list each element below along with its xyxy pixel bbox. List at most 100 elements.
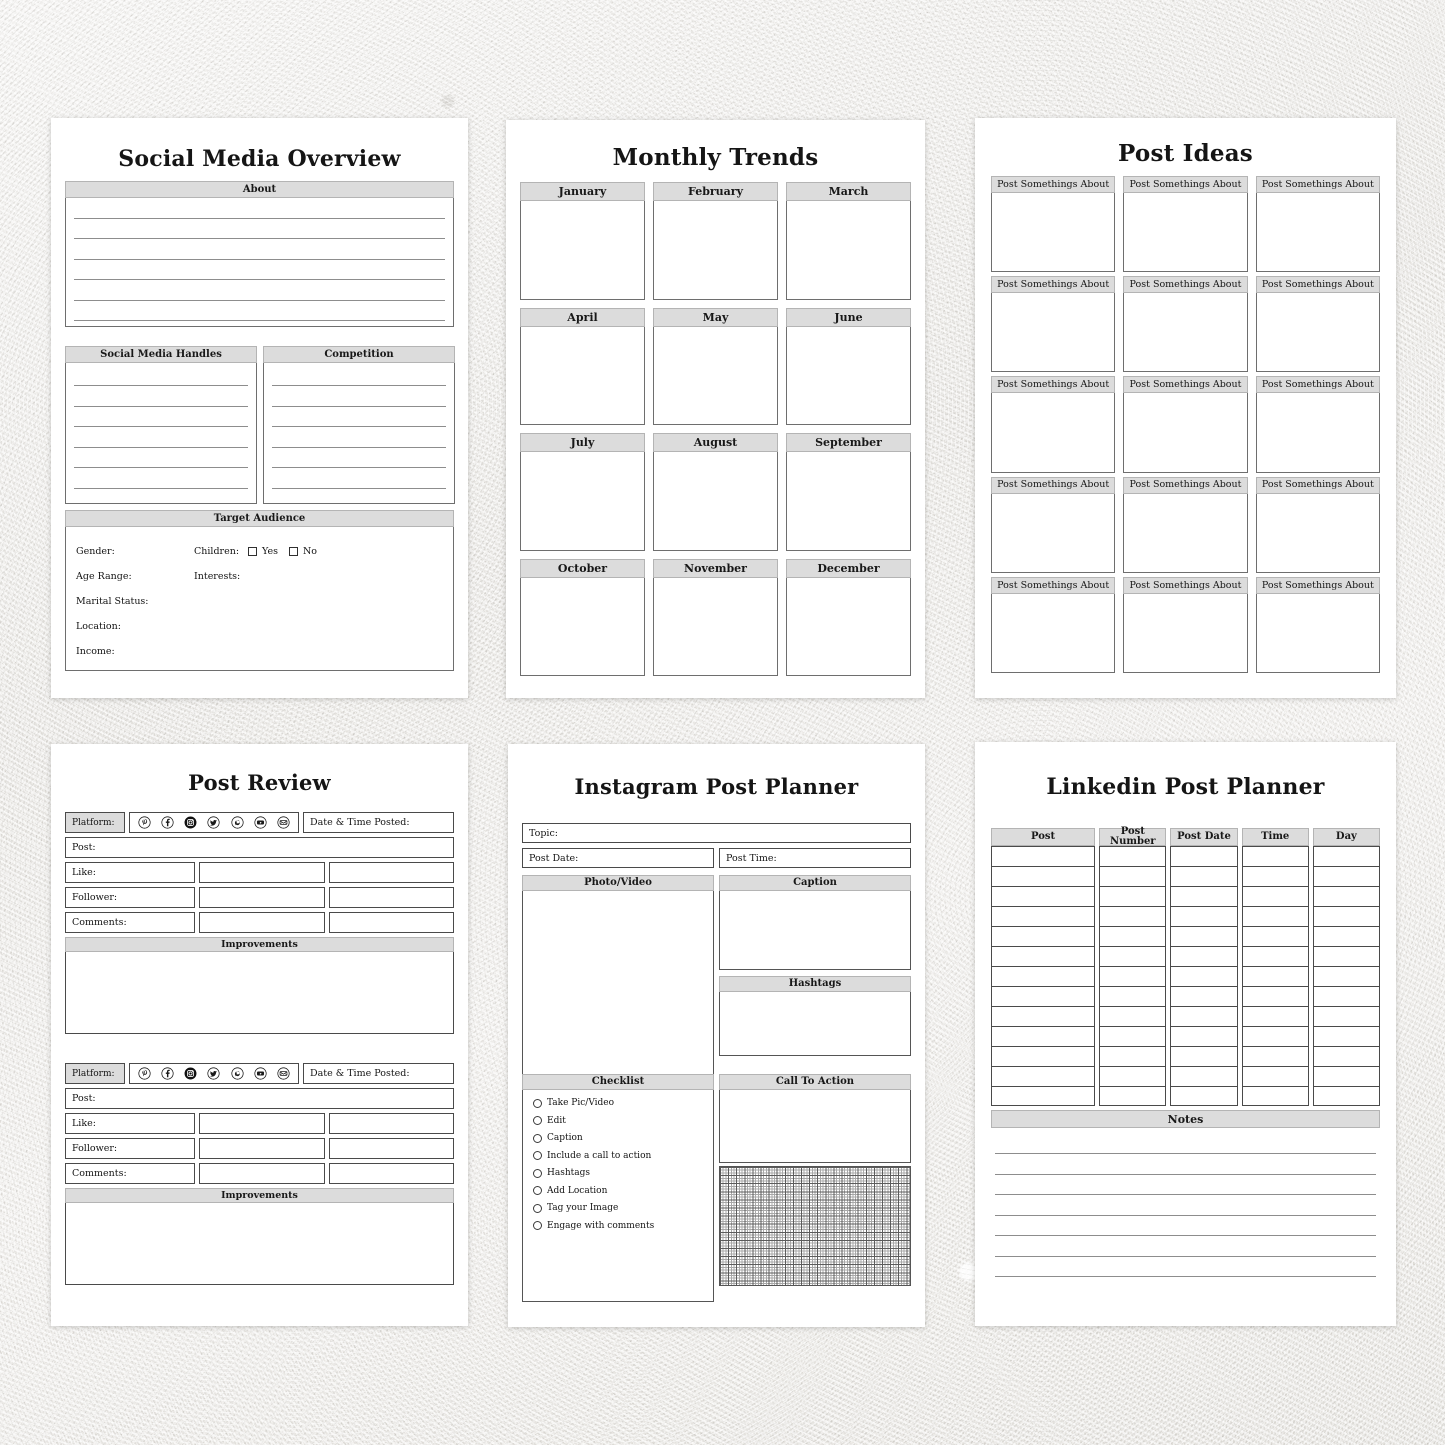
checklist-radio-icon[interactable] bbox=[533, 1186, 542, 1195]
table-row[interactable] bbox=[1312, 946, 1380, 966]
table-row[interactable] bbox=[1241, 966, 1309, 986]
table-row[interactable] bbox=[991, 1066, 1096, 1086]
checklist-item[interactable]: Tag your Image bbox=[533, 1203, 713, 1213]
instagram-icon[interactable] bbox=[184, 816, 197, 829]
table-row[interactable] bbox=[991, 926, 1096, 946]
platform-icon-strip[interactable] bbox=[129, 1063, 299, 1084]
month-writing-area[interactable] bbox=[520, 577, 645, 676]
post-idea-writing-area[interactable] bbox=[1123, 293, 1248, 373]
month-writing-area[interactable] bbox=[653, 577, 778, 676]
topic-field[interactable]: Topic: bbox=[522, 823, 911, 843]
table-row[interactable] bbox=[1099, 926, 1167, 946]
table-row[interactable] bbox=[1241, 986, 1309, 1006]
month-writing-area[interactable] bbox=[520, 326, 645, 425]
hashtags-area[interactable] bbox=[719, 992, 911, 1056]
table-row[interactable] bbox=[1099, 1086, 1167, 1106]
children-no-checkbox[interactable] bbox=[288, 547, 298, 556]
table-row[interactable] bbox=[991, 886, 1096, 906]
checklist-item[interactable]: Take Pic/Video bbox=[533, 1098, 713, 1108]
date-time-posted-field[interactable]: Date & Time Posted: bbox=[303, 1063, 454, 1084]
checklist-radio-icon[interactable] bbox=[533, 1151, 542, 1160]
checklist-item[interactable]: Add Location bbox=[533, 1186, 713, 1196]
month-writing-area[interactable] bbox=[653, 326, 778, 425]
date-time-posted-field[interactable]: Date & Time Posted: bbox=[303, 812, 454, 833]
table-row[interactable] bbox=[1312, 846, 1380, 866]
metric-value-cell[interactable] bbox=[328, 887, 454, 908]
notes-writing-area[interactable] bbox=[991, 1128, 1380, 1290]
checklist-radio-icon[interactable] bbox=[533, 1116, 542, 1125]
post-time-field[interactable]: Post Time: bbox=[719, 848, 911, 868]
call-to-action-area[interactable] bbox=[719, 1090, 911, 1163]
table-row[interactable] bbox=[1099, 1026, 1167, 1046]
table-row[interactable] bbox=[1170, 1006, 1238, 1026]
metric-value-cell[interactable] bbox=[328, 1113, 454, 1134]
table-row[interactable] bbox=[1170, 906, 1238, 926]
table-row[interactable] bbox=[1312, 966, 1380, 986]
facebook-icon[interactable] bbox=[161, 1067, 174, 1080]
email-icon[interactable] bbox=[277, 1067, 290, 1080]
checklist-item[interactable]: Edit bbox=[533, 1116, 713, 1126]
table-row[interactable] bbox=[1241, 866, 1309, 886]
table-row[interactable] bbox=[1241, 1006, 1309, 1026]
table-row[interactable] bbox=[1312, 1046, 1380, 1066]
checklist-radio-icon[interactable] bbox=[533, 1203, 542, 1213]
table-row[interactable] bbox=[1099, 986, 1167, 1006]
post-idea-writing-area[interactable] bbox=[1255, 293, 1380, 373]
table-row[interactable] bbox=[991, 1046, 1096, 1066]
photo-video-area[interactable] bbox=[522, 891, 714, 1090]
checklist-radio-icon[interactable] bbox=[533, 1221, 542, 1230]
post-date-field[interactable]: Post Date: bbox=[522, 848, 714, 868]
table-row[interactable] bbox=[1099, 866, 1167, 886]
table-row[interactable] bbox=[991, 866, 1096, 886]
facebook-icon[interactable] bbox=[161, 816, 174, 829]
whatsapp-icon[interactable] bbox=[231, 816, 244, 829]
table-row[interactable] bbox=[1099, 1006, 1167, 1026]
table-row[interactable] bbox=[1170, 966, 1238, 986]
whatsapp-icon[interactable] bbox=[231, 1067, 244, 1080]
table-row[interactable] bbox=[1312, 1066, 1380, 1086]
table-row[interactable] bbox=[1170, 886, 1238, 906]
table-row[interactable] bbox=[1241, 1046, 1309, 1066]
checklist-radio-icon[interactable] bbox=[533, 1098, 542, 1108]
table-row[interactable] bbox=[991, 986, 1096, 1006]
month-writing-area[interactable] bbox=[786, 201, 911, 300]
post-idea-writing-area[interactable] bbox=[991, 293, 1116, 373]
post-idea-writing-area[interactable] bbox=[1123, 193, 1248, 273]
table-row[interactable] bbox=[991, 1026, 1096, 1046]
post-idea-writing-area[interactable] bbox=[1123, 593, 1248, 673]
metric-value-cell[interactable] bbox=[199, 887, 325, 908]
table-row[interactable] bbox=[1241, 946, 1309, 966]
table-row[interactable] bbox=[991, 906, 1096, 926]
checklist-radio-icon[interactable] bbox=[533, 1168, 542, 1178]
post-idea-writing-area[interactable] bbox=[1123, 393, 1248, 473]
children-yes-checkbox[interactable] bbox=[248, 547, 258, 556]
table-row[interactable] bbox=[1241, 1026, 1309, 1046]
month-writing-area[interactable] bbox=[786, 326, 911, 425]
table-row[interactable] bbox=[1099, 946, 1167, 966]
table-row[interactable] bbox=[1170, 926, 1238, 946]
table-row[interactable] bbox=[1241, 906, 1309, 926]
youtube-icon[interactable] bbox=[254, 1067, 267, 1080]
table-row[interactable] bbox=[1312, 1026, 1380, 1046]
post-idea-writing-area[interactable] bbox=[1255, 393, 1380, 473]
checklist-item[interactable]: Include a call to action bbox=[533, 1151, 713, 1161]
youtube-icon[interactable] bbox=[254, 816, 267, 829]
twitter-icon[interactable] bbox=[207, 816, 221, 829]
month-writing-area[interactable] bbox=[786, 577, 911, 676]
pinterest-icon[interactable] bbox=[138, 1067, 151, 1080]
table-row[interactable] bbox=[991, 1086, 1096, 1106]
post-field[interactable]: Post: bbox=[65, 1088, 454, 1109]
about-writing-area[interactable] bbox=[65, 198, 454, 327]
month-writing-area[interactable] bbox=[653, 452, 778, 551]
competition-writing-area[interactable] bbox=[263, 363, 455, 504]
table-row[interactable] bbox=[1170, 1086, 1238, 1106]
month-writing-area[interactable] bbox=[653, 201, 778, 300]
metric-value-cell[interactable] bbox=[199, 1163, 325, 1184]
post-idea-writing-area[interactable] bbox=[1255, 593, 1380, 673]
table-row[interactable] bbox=[1170, 986, 1238, 1006]
table-row[interactable] bbox=[1099, 846, 1167, 866]
table-row[interactable] bbox=[1099, 966, 1167, 986]
instagram-icon[interactable] bbox=[184, 1067, 197, 1080]
table-row[interactable] bbox=[1170, 1066, 1238, 1086]
post-idea-writing-area[interactable] bbox=[991, 593, 1116, 673]
